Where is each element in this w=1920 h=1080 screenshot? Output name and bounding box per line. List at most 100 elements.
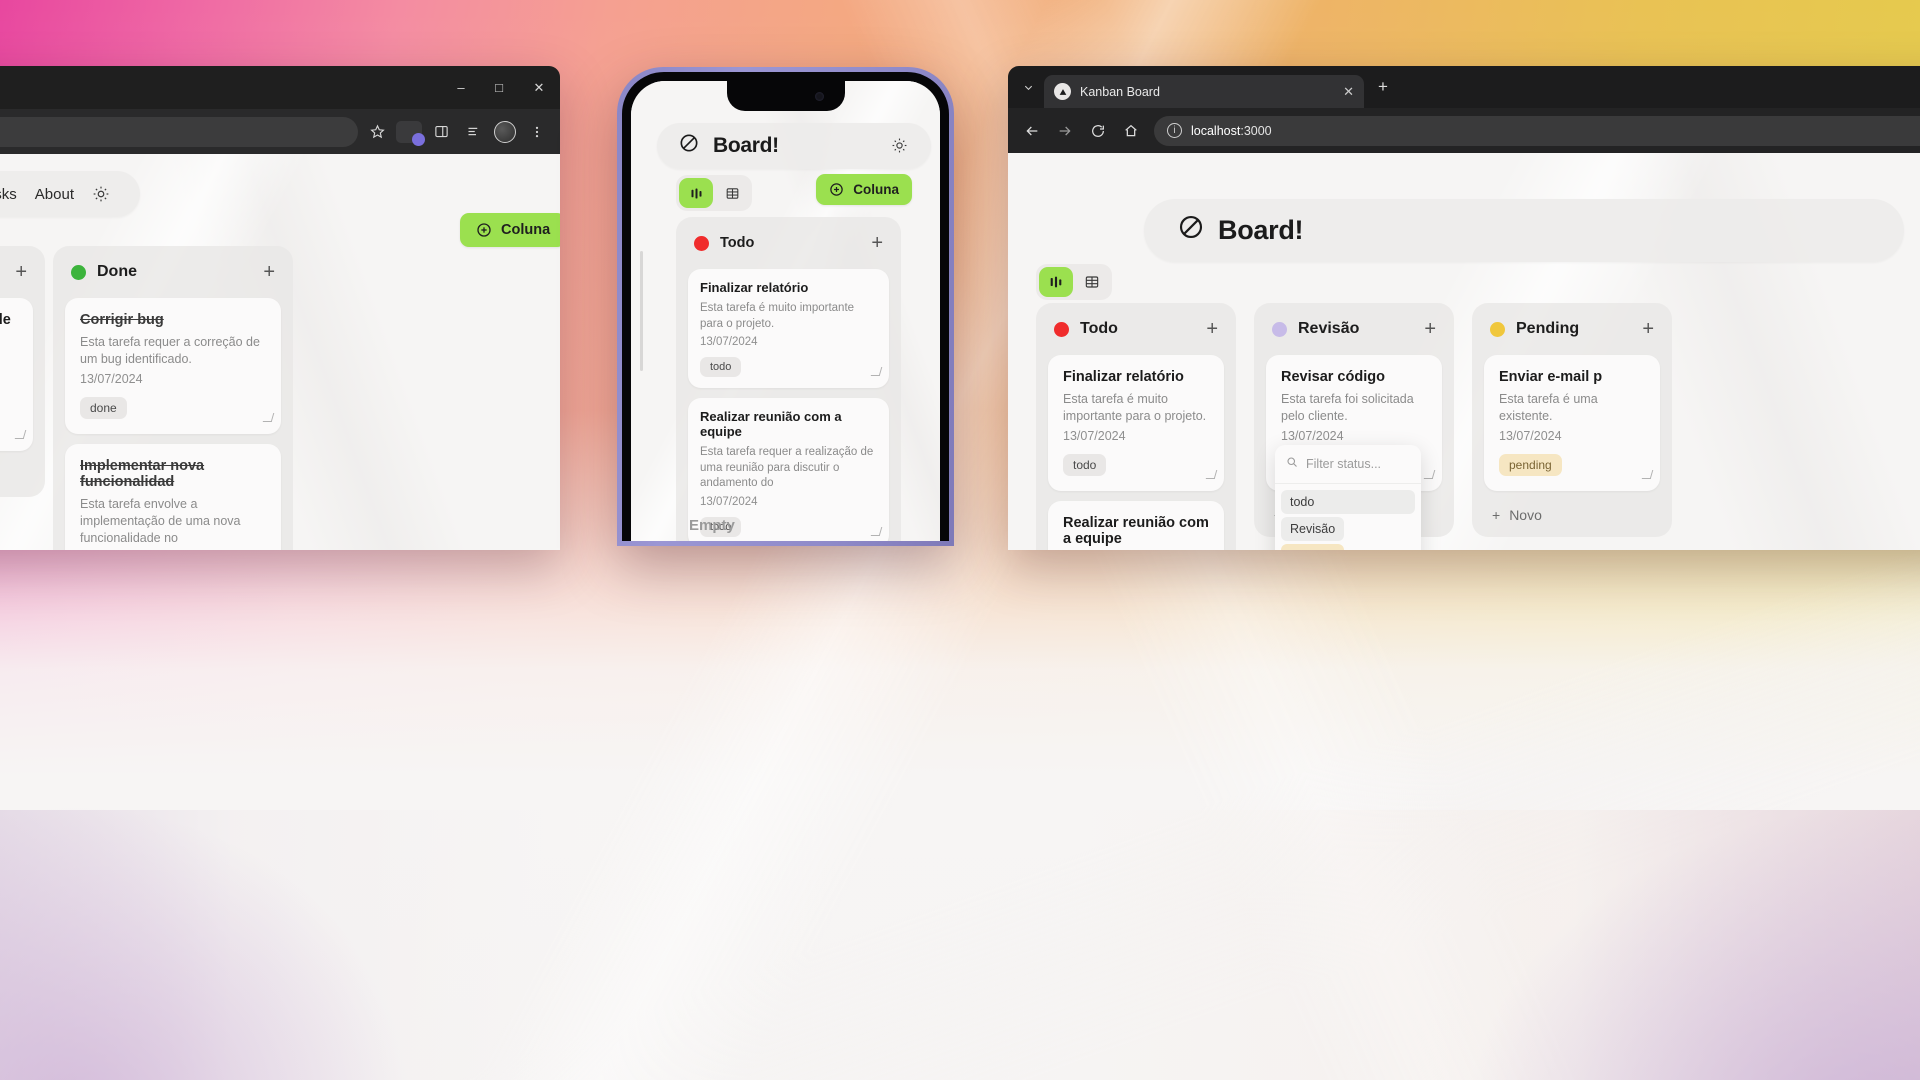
task-tag: todo	[700, 357, 742, 378]
task-title: Realizar reunião com a equipe	[700, 409, 842, 440]
task-description: Esta tarefa é muito importante para o pr…	[700, 302, 855, 330]
column-title: Pending	[1516, 320, 1580, 337]
plus-circle-icon	[830, 183, 843, 196]
home-icon[interactable]	[1121, 121, 1141, 141]
task-title: Enviar e-mail p	[1499, 369, 1603, 385]
phone-board-title-text: Board!	[713, 134, 779, 157]
resize-grip-icon[interactable]	[1205, 469, 1218, 479]
phone-view-toggle[interactable]	[676, 175, 752, 211]
resize-grip-icon[interactable]	[870, 367, 883, 377]
close-button[interactable]: ✕	[518, 66, 560, 109]
back-arrow-icon[interactable]	[1022, 121, 1042, 141]
split-screen-icon[interactable]	[428, 119, 454, 145]
column-status-dot	[1054, 321, 1069, 337]
maximize-button[interactable]: □	[480, 66, 518, 109]
reload-icon[interactable]	[1088, 121, 1108, 141]
site-info-icon[interactable]: i	[1167, 123, 1182, 138]
right-browser-window[interactable]: Kanban Board ✕ + i localhost:3000 Board!…	[1008, 66, 1920, 550]
task-date: 13/07/2024	[0, 389, 18, 403]
new-tab-icon[interactable]: +	[1378, 77, 1388, 97]
task-card[interactable]: Corrigir bug Esta tarefa requer a correç…	[65, 298, 281, 434]
task-description: Esta tarefa foi solicitada pelo cliente.	[1281, 392, 1414, 423]
phone-scrollbar[interactable]	[640, 251, 643, 371]
column-new-task-button[interactable]: + Novo	[1484, 501, 1660, 525]
sun-icon[interactable]	[891, 137, 909, 155]
status-option-revisao[interactable]: Revisão	[1281, 517, 1345, 541]
status-filter-input[interactable]: Filter status...	[1306, 457, 1381, 471]
task-tag: done	[80, 396, 127, 419]
column-done[interactable]: Done + Corrigir bug Esta tarefa requer a…	[53, 246, 293, 550]
plus-circle-icon	[477, 223, 491, 237]
kebab-menu-icon[interactable]	[524, 119, 550, 145]
phone-camera	[814, 92, 824, 101]
phone-screen: Board! Coluna Todo + Finalizar relatório…	[631, 81, 940, 541]
task-description: Esta tarefa requer a realização de uma r…	[700, 446, 874, 490]
chevron-down-icon[interactable]	[1018, 77, 1038, 97]
status-option-todo[interactable]: todo	[1281, 490, 1415, 514]
left-browser-window[interactable]: – □ ✕ ks About Coluna + e Done + Corrigi…	[0, 66, 560, 550]
status-filter-search-row[interactable]: Filter status...	[1275, 445, 1421, 484]
address-bar[interactable]: i localhost:3000	[1154, 115, 1920, 146]
resize-grip-icon[interactable]	[14, 429, 27, 439]
phone-column-todo[interactable]: Todo + Finalizar relatório Esta tarefa é…	[676, 217, 901, 541]
address-bar[interactable]	[0, 116, 358, 147]
column-new-task-button[interactable]: + Novo	[0, 461, 33, 485]
column-add-card-button[interactable]: +	[263, 262, 275, 282]
column-status-dot	[1272, 321, 1287, 337]
column-add-card-button[interactable]: +	[1206, 319, 1218, 339]
extensions-icon[interactable]	[396, 120, 425, 146]
table-view-icon[interactable]	[715, 178, 749, 208]
column-criacao[interactable]: Criação + Testar funcionalidade Esta tar…	[0, 246, 45, 497]
nav-link-about[interactable]: About	[35, 186, 74, 203]
task-description: Esta tarefa requer a correção de um bug …	[80, 335, 260, 366]
task-card[interactable]: Finalizar relatório Esta tarefa é muito …	[688, 269, 889, 389]
task-date: 13/07/2024	[700, 495, 758, 508]
task-description: Esta tarefa é muito importante para o pr…	[1063, 392, 1207, 423]
table-view-icon[interactable]	[1075, 267, 1109, 297]
sun-icon[interactable]	[92, 185, 110, 203]
right-view-toggle[interactable]	[1036, 264, 1112, 300]
task-title: Implementar nova funcionalidad	[80, 457, 205, 490]
search-icon	[1286, 455, 1298, 473]
column-title: Empty	[689, 517, 735, 534]
resize-grip-icon[interactable]	[262, 412, 275, 422]
right-board-title-text: Board!	[1218, 215, 1304, 245]
profile-avatar-icon[interactable]	[492, 119, 518, 145]
column-add-card-button[interactable]: +	[15, 262, 27, 282]
phone-add-column-button[interactable]: Coluna	[816, 174, 912, 205]
task-title: Finalizar relatório	[1063, 369, 1184, 385]
add-column-button[interactable]: Coluna	[460, 213, 560, 247]
board-view-icon[interactable]	[1039, 267, 1073, 297]
status-option-pending[interactable]: pending	[1281, 544, 1344, 550]
column-add-card-button[interactable]: +	[1424, 319, 1436, 339]
resize-grip-icon[interactable]	[1423, 469, 1436, 479]
task-card[interactable]: Enviar e-mail p Esta tarefa é uma existe…	[1484, 355, 1660, 491]
status-filter-dropdown[interactable]: Filter status... todo Revisão pending cr…	[1275, 445, 1421, 550]
resize-grip-icon[interactable]	[1641, 469, 1654, 479]
right-column-todo[interactable]: Todo + Finalizar relatório Esta tarefa é…	[1036, 303, 1236, 550]
forward-arrow-icon[interactable]	[1055, 121, 1075, 141]
column-add-card-button[interactable]: +	[1642, 319, 1654, 339]
task-card[interactable]: Testar funcionalidade Esta tarefa envolv…	[0, 298, 33, 451]
close-icon[interactable]: ✕	[1343, 84, 1354, 100]
column-add-card-button[interactable]: +	[871, 233, 883, 253]
column-title: Todo	[1080, 320, 1118, 337]
nav-link-tasks[interactable]: Tasks	[0, 186, 17, 203]
column-status-dot	[694, 235, 709, 251]
minimize-button[interactable]: –	[442, 66, 480, 109]
column-status-dot	[71, 264, 86, 280]
task-date: 13/07/2024	[1063, 428, 1126, 443]
star-icon[interactable]	[364, 119, 390, 145]
right-browser-toolbar: i localhost:3000	[1008, 108, 1920, 153]
url-text: localhost:3000	[1191, 124, 1272, 138]
reading-list-icon[interactable]	[460, 119, 486, 145]
column-title: Done	[97, 263, 137, 280]
task-card[interactable]: Realizar reunião com a equipe Esta taref…	[1048, 500, 1224, 550]
task-card[interactable]: Finalizar relatório Esta tarefa é muito …	[1048, 355, 1224, 491]
task-card[interactable]: Implementar nova funcionalidad Esta tare…	[65, 443, 281, 550]
phone-column-empty[interactable]: Empty Nenhuma tarefa	[689, 517, 889, 541]
right-column-pending[interactable]: Pending + Enviar e-mail p Esta tarefa é …	[1472, 303, 1672, 537]
browser-tab[interactable]: Kanban Board ✕	[1044, 75, 1364, 108]
board-view-icon[interactable]	[679, 178, 713, 208]
column-title: Criação	[0, 263, 4, 281]
